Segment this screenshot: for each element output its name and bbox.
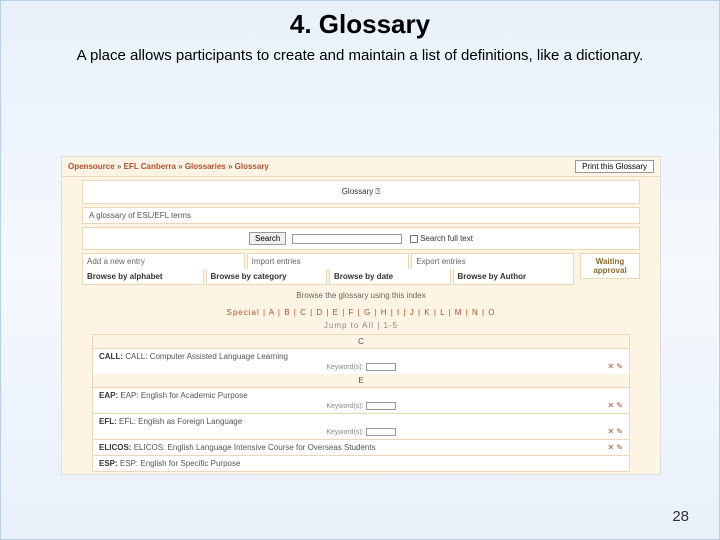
entry-esp: ESP: ESP: English for Specific Purpose bbox=[93, 455, 629, 471]
breadcrumb[interactable]: Opensource » EFL Canberra » Glossaries »… bbox=[68, 162, 269, 171]
entry-actions[interactable]: ✕ ✎ bbox=[607, 362, 623, 371]
alphabet-index[interactable]: Special | A | B | C | D | E | F | G | H … bbox=[62, 306, 660, 319]
keyword-select[interactable] bbox=[366, 428, 396, 436]
entry-call: CALL: CALL: Computer Assisted Language L… bbox=[93, 348, 629, 374]
print-glossary-button[interactable]: Print this Glossary bbox=[575, 160, 654, 173]
keyword-select[interactable] bbox=[366, 402, 396, 410]
tab-browse-date[interactable]: Browse by date bbox=[329, 269, 451, 285]
help-icon[interactable]: ⍰ bbox=[375, 187, 380, 196]
slide-title: 4. Glossary bbox=[1, 9, 719, 40]
slide-subtitle: A place allows participants to create an… bbox=[1, 46, 719, 66]
keyword-select[interactable] bbox=[366, 363, 396, 371]
entry-eap: EAP: EAP: English for Academic Purpose K… bbox=[93, 387, 629, 413]
jump-row[interactable]: Jump to All | 1-5 bbox=[62, 319, 660, 332]
glossary-title: Glossary ⍰ bbox=[82, 180, 640, 204]
entry-actions[interactable]: ✕ ✎ bbox=[607, 443, 623, 452]
section-header-c: C bbox=[93, 335, 629, 348]
entry-actions[interactable]: ✕ ✎ bbox=[607, 401, 623, 410]
tab-export-entries[interactable]: Export entries bbox=[411, 253, 574, 269]
entry-efl: EFL: EFL: English as Foreign Language Ke… bbox=[93, 413, 629, 439]
entries-list: C CALL: CALL: Computer Assisted Language… bbox=[92, 334, 630, 472]
tab-browse-category[interactable]: Browse by category bbox=[206, 269, 328, 285]
waiting-approval-tab[interactable]: Waiting approval bbox=[580, 253, 640, 279]
breadcrumb-bar: Opensource » EFL Canberra » Glossaries »… bbox=[62, 157, 660, 177]
search-fulltext-label: Search full text bbox=[420, 234, 473, 243]
search-row: Search Search full text bbox=[82, 227, 640, 250]
search-input[interactable] bbox=[292, 234, 402, 244]
entry-actions[interactable]: ✕ ✎ bbox=[607, 427, 623, 436]
tab-add-entry[interactable]: Add a new entry bbox=[82, 253, 245, 269]
search-fulltext-checkbox[interactable] bbox=[410, 235, 418, 243]
glossary-description: A glossary of ESL/EFL terms bbox=[82, 207, 640, 224]
search-button[interactable]: Search bbox=[249, 232, 286, 245]
tab-import-entries[interactable]: Import entries bbox=[247, 253, 410, 269]
index-hint: Browse the glossary using this index bbox=[92, 287, 630, 304]
tab-browse-author[interactable]: Browse by Author bbox=[453, 269, 575, 285]
section-header-e: E bbox=[93, 374, 629, 387]
entry-elicos: ELICOS: ELICOS: English Language Intensi… bbox=[93, 439, 629, 455]
glossary-module-screenshot: Opensource » EFL Canberra » Glossaries »… bbox=[61, 156, 661, 475]
tab-browse-alphabet[interactable]: Browse by alphabet bbox=[82, 269, 204, 285]
page-number: 28 bbox=[672, 508, 689, 525]
